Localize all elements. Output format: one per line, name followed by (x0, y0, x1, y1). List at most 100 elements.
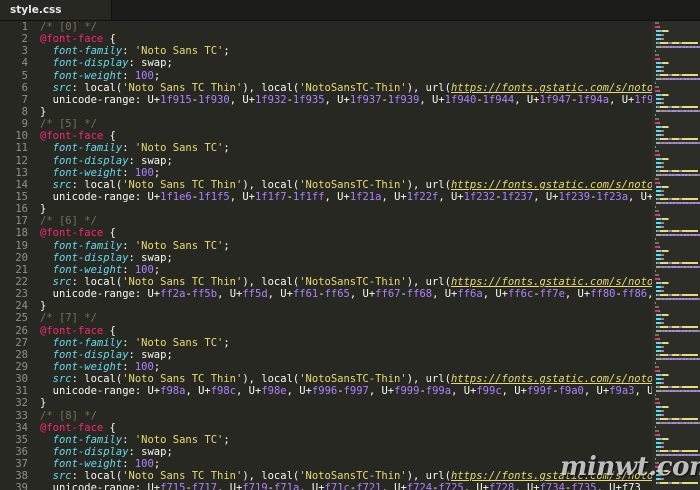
code-line[interactable]: font-weight: 100; (40, 70, 652, 82)
code-line[interactable]: /* [6] */ (40, 215, 652, 227)
code-area[interactable]: /* [0] */@font-face { font-family: 'Noto… (40, 21, 652, 490)
code-line[interactable]: font-display: swap; (40, 155, 652, 167)
code-editor[interactable]: 1 2 3 4 5 6 7 8 9 10 11 12 13 14 15 16 17 18 19 20 21 22 23 24 2… (0, 21, 652, 490)
code-token: , U+f9a8 (634, 385, 652, 398)
code-token: 'Noto Sans TC' (134, 45, 224, 58)
code-token: f997 (343, 385, 369, 398)
code-line[interactable]: font-display: swap; (40, 252, 652, 264)
code-token: : local( (71, 81, 123, 94)
code-line[interactable]: src: local('Noto Sans TC Thin'), local('… (40, 276, 652, 288)
code-token: @font-face (40, 421, 104, 434)
code-line[interactable]: } (40, 106, 652, 118)
minimap-row (655, 346, 700, 349)
code-line[interactable]: @font-face { (40, 325, 652, 337)
code-line[interactable]: @font-face { (40, 130, 652, 142)
code-token: /* [7] */ (40, 312, 97, 325)
minimap-row (655, 370, 700, 373)
code-token: , U+ (286, 385, 312, 398)
code-line[interactable]: /* [7] */ (40, 312, 652, 324)
line-number: 34 (15, 421, 28, 434)
minimap-row (655, 154, 700, 157)
code-token: 1f22f (406, 190, 439, 203)
code-line[interactable]: unicode-range: U+f715-f717, U+f719-f71a,… (40, 482, 652, 490)
minimap[interactable] (652, 21, 700, 490)
code-line[interactable]: font-weight: 100; (40, 167, 652, 179)
line-number: 24 (15, 300, 28, 313)
code-line[interactable]: unicode-range: U+ff2a-ff5b, U+ff5d, U+ff… (40, 288, 652, 300)
code-line[interactable]: font-family: 'Noto Sans TC'; (40, 142, 652, 154)
minimap-row (655, 146, 700, 149)
code-token: 'Noto Sans TC' (134, 433, 224, 446)
code-line[interactable]: /* [8] */ (40, 410, 652, 422)
code-line[interactable]: font-display: swap; (40, 349, 652, 361)
code-line[interactable]: font-family: 'Noto Sans TC'; (40, 45, 652, 57)
minimap-row (655, 50, 700, 53)
code-line[interactable]: src: local('Noto Sans TC Thin'), local('… (40, 82, 652, 94)
code-line[interactable]: unicode-range: U+f98a, U+f98c, U+f98e, U… (40, 385, 652, 397)
code-token: , U+ (217, 288, 243, 301)
code-token: 1f930 (198, 93, 230, 106)
code-line[interactable]: font-weight: 100; (40, 264, 652, 276)
minimap-row (655, 66, 700, 69)
code-line[interactable]: font-family: 'Noto Sans TC'; (40, 337, 652, 349)
code-line[interactable]: src: local('Noto Sans TC Thin'), local('… (40, 373, 652, 385)
minimap-row (655, 342, 700, 345)
minimap-row (655, 262, 700, 265)
minimap-row (655, 42, 700, 45)
code-line[interactable]: @font-face { (40, 33, 652, 45)
code-line[interactable]: unicode-range: U+1f1e6-1f1f5, U+1f1f7-1f… (40, 191, 652, 203)
minimap-row (655, 446, 700, 449)
code-token: font-weight (52, 360, 123, 373)
line-number: 2 (21, 33, 28, 46)
minimap-row (655, 434, 700, 437)
code-token: 1f944 (482, 93, 515, 106)
code-token: font-family (52, 433, 123, 446)
code-line[interactable]: unicode-range: U+1f915-1f930, U+1f932-1f… (40, 94, 652, 106)
code-line[interactable]: src: local('Noto Sans TC Thin'), local('… (40, 179, 652, 191)
minimap-row (655, 418, 700, 421)
code-line[interactable]: font-family: 'Noto Sans TC'; (40, 240, 652, 252)
minimap-row (655, 98, 700, 101)
code-token: 'Noto Sans TC Thin' (122, 373, 243, 386)
code-line[interactable]: @font-face { (40, 227, 652, 239)
code-token: unicode-range (52, 482, 135, 490)
code-token: : (122, 142, 135, 155)
code-token: src (52, 178, 72, 191)
code-line[interactable]: font-weight: 100; (40, 361, 652, 373)
line-number: 17 (15, 215, 28, 228)
line-number: 26 (15, 324, 28, 337)
code-line[interactable]: /* [5] */ (40, 118, 652, 130)
minimap-row (655, 298, 700, 301)
tab-style-css[interactable]: style.css (0, 0, 112, 20)
code-token: 1f1ff (292, 190, 325, 203)
code-line[interactable]: font-family: 'Noto Sans TC'; (40, 434, 652, 446)
code-line[interactable]: } (40, 397, 652, 409)
code-line[interactable]: font-display: swap; (40, 57, 652, 69)
code-token: 1f937 (349, 93, 382, 106)
code-token: 'NotoSansTC-Thin' (299, 275, 407, 288)
code-line[interactable]: @font-face { (40, 422, 652, 434)
code-token: : swap; (128, 445, 173, 458)
minimap-row (655, 202, 700, 205)
code-line[interactable]: } (40, 203, 652, 215)
code-token: : (122, 166, 135, 179)
code-token: 'Noto Sans TC' (134, 239, 224, 252)
code-token: f98a (160, 385, 186, 398)
code-line[interactable]: /* [0] */ (40, 21, 652, 33)
code-token: , U+ (514, 93, 540, 106)
minimap-row (655, 82, 700, 85)
code-token: 'Noto Sans TC' (134, 142, 224, 155)
code-token: /* [8] */ (40, 409, 97, 422)
code-token: f717 (191, 482, 218, 490)
code-token: https://fonts.gstatic.com/s/notosanst (450, 178, 652, 191)
code-token: , U+ (217, 482, 243, 490)
code-token: font-display (52, 348, 129, 361)
minimap-row (655, 126, 700, 129)
code-token: : swap; (128, 154, 173, 167)
minimap-row (655, 114, 700, 117)
code-token: 1f940 (444, 93, 477, 106)
code-line[interactable]: } (40, 300, 652, 312)
